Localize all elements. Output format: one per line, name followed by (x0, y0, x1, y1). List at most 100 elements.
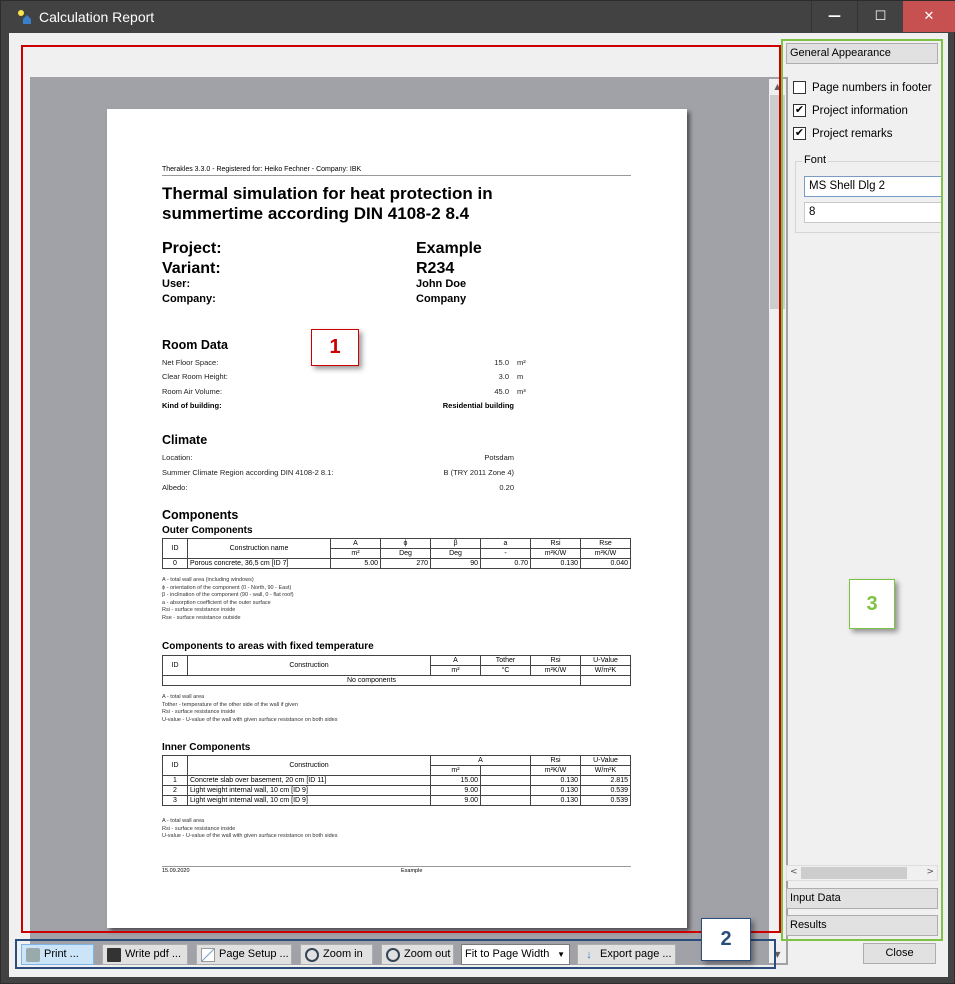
cell: 270 (380, 558, 431, 569)
window-title: Calculation Report (39, 9, 155, 25)
th: A (430, 655, 481, 666)
note: Rsi - surface resistance inside (162, 607, 236, 613)
annotation-label-1: 1 (311, 329, 359, 366)
note: Rsi - surface resistance inside (162, 825, 236, 832)
scroll-left-icon[interactable]: < (790, 867, 798, 877)
checkbox-unchecked-icon[interactable] (793, 81, 806, 94)
checkbox-label: Page numbers in footer (812, 81, 932, 94)
scroll-thumb[interactable] (801, 867, 907, 879)
minimize-button[interactable]: — (811, 1, 857, 32)
print-label: Print ... (44, 948, 79, 960)
room-row-value: 45.0 (494, 387, 509, 396)
note: ϕ - orientation of the component (0 - No… (162, 584, 292, 591)
cell: Light weight internal wall, 10 cm [ID 9] (187, 785, 431, 796)
close-window-button[interactable]: ✕ (903, 1, 955, 32)
cell: 0 (162, 558, 188, 569)
font-name-input[interactable]: MS Shell Dlg 2 (804, 176, 941, 197)
unit: Deg (430, 548, 481, 559)
cell: Concrete slab over basement, 20 cm [ID 1… (187, 775, 431, 786)
th: β (430, 538, 481, 549)
print-button[interactable]: Print ... (21, 944, 94, 965)
unit: m²K/W (530, 765, 581, 776)
project-value: Example (416, 240, 482, 257)
unit: m²K/W (530, 548, 581, 559)
note: β - inclination of the component (90 - w… (162, 592, 294, 598)
th: ID (162, 755, 188, 776)
table-row: 3 Light weight internal wall, 10 cm [ID 9… (162, 795, 631, 806)
footer-date: 15.09.2020 (162, 868, 190, 874)
results-button[interactable]: Results (786, 915, 938, 936)
zoom-out-button[interactable]: Zoom out (381, 944, 454, 965)
write-pdf-button[interactable]: Write pdf ... (102, 944, 188, 965)
cell: 5.00 (330, 558, 381, 569)
inner-notes: A - total wall area Rsi - surface resista… (162, 818, 337, 841)
printer-icon (26, 947, 40, 962)
zoom-in-label: Zoom in (323, 948, 363, 960)
note: A - total wall area (162, 818, 205, 824)
window: Calculation Report — ☐ ✕ Therakles 3.3.0… (0, 0, 955, 984)
print-preview[interactable]: Therakles 3.3.0 - Registered for: Heiko … (30, 77, 788, 965)
app-icon (18, 10, 31, 24)
room-row-value: 3.0 (498, 372, 509, 381)
room-row-value: 15.0 (494, 358, 509, 367)
th: U-Value (580, 655, 631, 666)
zoom-in-icon (305, 947, 319, 962)
project-label: Project: (162, 240, 222, 257)
room-row-unit: m³ (517, 387, 526, 396)
footer-rule (162, 866, 631, 867)
unit: W/m²K (580, 665, 631, 676)
checkbox-label: Project remarks (812, 127, 893, 140)
empty-row: No components (162, 675, 581, 686)
outer-components-heading: Outer Components (162, 525, 253, 536)
climate-row-label: Location: (162, 453, 193, 462)
room-row-label: Net Floor Space: (162, 358, 219, 367)
climate-row-label: Summer Climate Region according DIN 4108… (162, 468, 334, 477)
export-page-button[interactable]: ↓ Export page ... (577, 944, 676, 965)
th: ϕ (380, 538, 431, 549)
room-row-label: Room Air Volume: (162, 387, 223, 396)
unit: W/m²K (580, 765, 631, 776)
cell: 0.130 (530, 795, 581, 806)
project-remarks-checkbox[interactable]: ✔ Project remarks (793, 127, 893, 140)
unit: °C (480, 665, 531, 676)
cell: 15.00 (430, 775, 481, 786)
th: Construction name (187, 538, 331, 559)
export-label: Export page ... (600, 948, 672, 960)
zoom-out-icon (386, 947, 400, 962)
page-setup-button[interactable]: Page Setup ... (196, 944, 292, 965)
room-row-label: Clear Room Height: (162, 372, 228, 381)
annotation-label-3: 3 (849, 579, 895, 629)
font-size-input[interactable]: 8 (804, 202, 941, 223)
horizontal-scrollbar[interactable]: < > (786, 865, 938, 881)
zoom-in-button[interactable]: Zoom in (300, 944, 373, 965)
maximize-button[interactable]: ☐ (857, 1, 903, 32)
zoom-mode-select[interactable]: Fit to Page Width ▼ (461, 944, 570, 965)
report-page: Therakles 3.3.0 - Registered for: Heiko … (107, 109, 687, 928)
th: Rse (580, 538, 631, 549)
th: A (430, 755, 531, 766)
components-heading: Components (162, 508, 239, 522)
cell: Light weight internal wall, 10 cm [ID 9] (187, 795, 431, 806)
page-numbers-checkbox[interactable]: Page numbers in footer (793, 81, 932, 94)
scroll-right-icon[interactable]: > (926, 867, 934, 877)
checkbox-checked-icon[interactable]: ✔ (793, 104, 806, 117)
th: A (330, 538, 381, 549)
note: A - total wall area (including windows) (162, 577, 254, 583)
report-title-line2: summertime according DIN 4108-2 8.4 (162, 204, 470, 223)
checkbox-checked-icon[interactable]: ✔ (793, 127, 806, 140)
th: Rsi (530, 538, 581, 549)
climate-row-value: Potsdam (484, 453, 514, 462)
fixed-components-table: ID Construction A Tother Rsi U-Value m² °C m²K/… (162, 655, 631, 686)
note: U-value - U-value of the wall with given… (162, 716, 338, 723)
chevron-down-icon: ▼ (557, 950, 565, 959)
input-data-button[interactable]: Input Data (786, 888, 938, 909)
header-rule (162, 175, 631, 176)
close-button[interactable]: Close (863, 943, 936, 964)
project-information-checkbox[interactable]: ✔ Project information (793, 104, 908, 117)
general-appearance-button[interactable]: General Appearance (786, 43, 938, 64)
settings-panel: General Appearance Page numbers in foote… (783, 39, 941, 939)
page-header: Therakles 3.3.0 - Registered for: Heiko … (162, 166, 362, 173)
th: Tother (480, 655, 531, 666)
unit: Deg (380, 548, 431, 559)
note: A - total wall area (162, 694, 205, 700)
